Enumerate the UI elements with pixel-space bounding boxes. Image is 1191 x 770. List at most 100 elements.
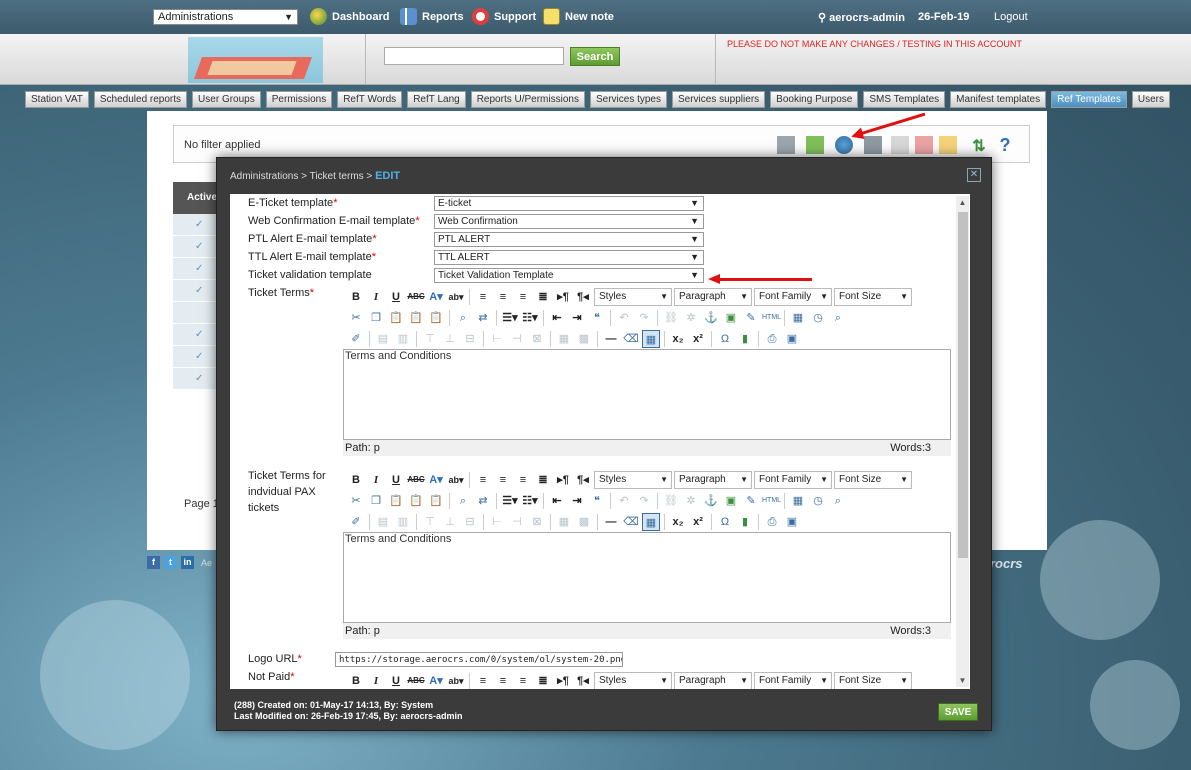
date-icon[interactable]: ▦ [789,492,807,510]
replace-icon[interactable]: ⇄ [474,309,492,327]
edit-css-icon[interactable]: ✐ [347,513,365,531]
merge-cells-icon[interactable]: ▩ [575,513,593,531]
italic-icon[interactable]: I [367,672,385,690]
remove-format-icon[interactable]: ⌫ [622,330,640,348]
nav-dashboard[interactable]: Dashboard [310,8,389,25]
font-color-icon[interactable]: A▾ [427,471,445,489]
indent-icon[interactable]: ⇥ [568,309,586,327]
cleanup-icon[interactable]: ✎ [742,492,760,510]
paragraph-dropdown[interactable]: Paragraph ▼ [674,470,752,489]
insert-row-before-icon[interactable]: ⊤ [421,330,439,348]
superscript-icon[interactable]: x² [689,330,707,348]
paste-text-icon[interactable]: 📋 [407,309,425,327]
paste-word-icon[interactable]: 📋 [427,492,445,510]
rtl-icon[interactable]: ¶◂ [574,471,592,489]
ptl-select[interactable]: PTL ALERT ▼ [434,232,704,247]
outdent-icon[interactable]: ⇤ [548,309,566,327]
email-icon[interactable] [939,136,957,154]
cut-icon[interactable]: ✂ [347,309,365,327]
paragraph-dropdown[interactable]: Paragraph ▼ [674,287,752,306]
split-cells-icon[interactable]: ▦ [555,330,573,348]
export-icon[interactable] [806,136,824,154]
scroll-up-icon[interactable]: ▲ [956,196,969,209]
tab-scheduled-reports[interactable]: Scheduled reports [93,91,188,108]
styles-dropdown[interactable]: Styles ▼ [594,470,672,489]
refresh-icon[interactable]: ⇅ [970,136,988,155]
media-icon[interactable]: ▮ [736,513,754,531]
strikethrough-icon[interactable]: ABC [407,672,425,690]
fullscreen-icon[interactable]: ▣ [783,513,801,531]
redo-icon[interactable]: ↷ [635,309,653,327]
split-cells-icon[interactable]: ▦ [555,513,573,531]
ltr-icon[interactable]: ▸¶ [554,471,572,489]
tab-user-groups[interactable]: User Groups [192,91,261,108]
font-color-icon[interactable]: A▾ [427,672,445,690]
pax-terms-content[interactable]: Terms and Conditions [343,532,951,623]
italic-icon[interactable]: I [367,471,385,489]
table-row[interactable]: ✓ [173,324,221,346]
print-icon[interactable]: ⎙ [763,330,781,348]
align-center-icon[interactable]: ≡ [494,672,512,690]
align-center-icon[interactable]: ≡ [494,471,512,489]
link-icon[interactable]: ⛓ [662,309,680,327]
indent-icon[interactable]: ⇥ [568,492,586,510]
special-char-icon[interactable]: Ω [716,330,734,348]
logo-url-input[interactable] [335,652,623,667]
remove-format-icon[interactable]: ⌫ [622,513,640,531]
tab-services-types[interactable]: Services types [589,91,667,108]
align-left-icon[interactable]: ≡ [474,288,492,306]
delete-col-icon[interactable]: ⊠ [528,330,546,348]
table-row-props-icon[interactable]: ▤ [374,330,392,348]
find-icon[interactable]: ⌕ [454,309,472,327]
tab-booking-purpose[interactable]: Booking Purpose [770,91,859,108]
table-row[interactable]: ✓ [173,346,221,368]
nav-reports[interactable]: Reports [400,8,464,25]
underline-icon[interactable]: U [387,672,405,690]
table-row[interactable]: ✓ [173,368,221,390]
anchor-icon[interactable]: ⚓ [702,492,720,510]
paste-icon[interactable]: 📋 [387,309,405,327]
ltr-icon[interactable]: ▸¶ [554,288,572,306]
table-row[interactable]: ✓ [173,258,221,280]
insert-col-after-icon[interactable]: ⊣ [508,330,526,348]
module-select[interactable]: Administrations ▼ [153,9,298,25]
scrollbar-thumb[interactable] [958,212,968,558]
print-icon[interactable]: ⎙ [763,513,781,531]
insert-col-after-icon[interactable]: ⊣ [508,513,526,531]
date-icon[interactable]: ▦ [789,309,807,327]
align-left-icon[interactable]: ≡ [474,471,492,489]
filter-icon[interactable] [777,136,795,154]
rtl-icon[interactable]: ¶◂ [574,288,592,306]
font-size-dropdown[interactable]: Font Size ▼ [834,287,912,306]
table-cell-props-icon[interactable]: ▥ [394,513,412,531]
italic-icon[interactable]: I [367,288,385,306]
insert-col-before-icon[interactable]: ⊢ [488,330,506,348]
tab-services-suppliers[interactable]: Services suppliers [672,91,766,108]
insert-col-before-icon[interactable]: ⊢ [488,513,506,531]
undo-icon[interactable]: ↶ [615,492,633,510]
html-icon[interactable]: HTML [762,309,781,327]
justify-icon[interactable]: ≣ [534,672,552,690]
tab-manifest-templates[interactable]: Manifest templates [950,91,1047,108]
font-family-dropdown[interactable]: Font Family ▼ [754,671,832,689]
blockquote-icon[interactable]: ❝ [588,492,606,510]
eticket-select[interactable]: E-ticket ▼ [434,196,704,211]
excel-icon[interactable] [891,136,909,154]
user-menu[interactable]: ⚲ aerocrs-admin [818,11,905,24]
unlink-icon[interactable]: ✲ [682,309,700,327]
delete-row-icon[interactable]: ⊟ [461,513,479,531]
table-row[interactable]: ✓ [173,214,221,236]
bullet-list-icon[interactable]: ☰▾ [501,492,519,510]
merge-cells-icon[interactable]: ▩ [575,330,593,348]
table-icon[interactable]: ▦ [642,512,660,531]
justify-icon[interactable]: ≣ [534,288,552,306]
strikethrough-icon[interactable]: ABC [407,288,425,306]
find-icon[interactable]: ⌕ [454,492,472,510]
tab-reports-u-permissions[interactable]: Reports U/Permissions [470,91,585,108]
ttl-select[interactable]: TTL ALERT ▼ [434,250,704,265]
preview-icon[interactable]: ⌕ [829,309,847,327]
outdent-icon[interactable]: ⇤ [548,492,566,510]
settings-globe-icon[interactable] [835,136,853,154]
special-char-icon[interactable]: Ω [716,513,734,531]
delete-row-icon[interactable]: ⊟ [461,330,479,348]
